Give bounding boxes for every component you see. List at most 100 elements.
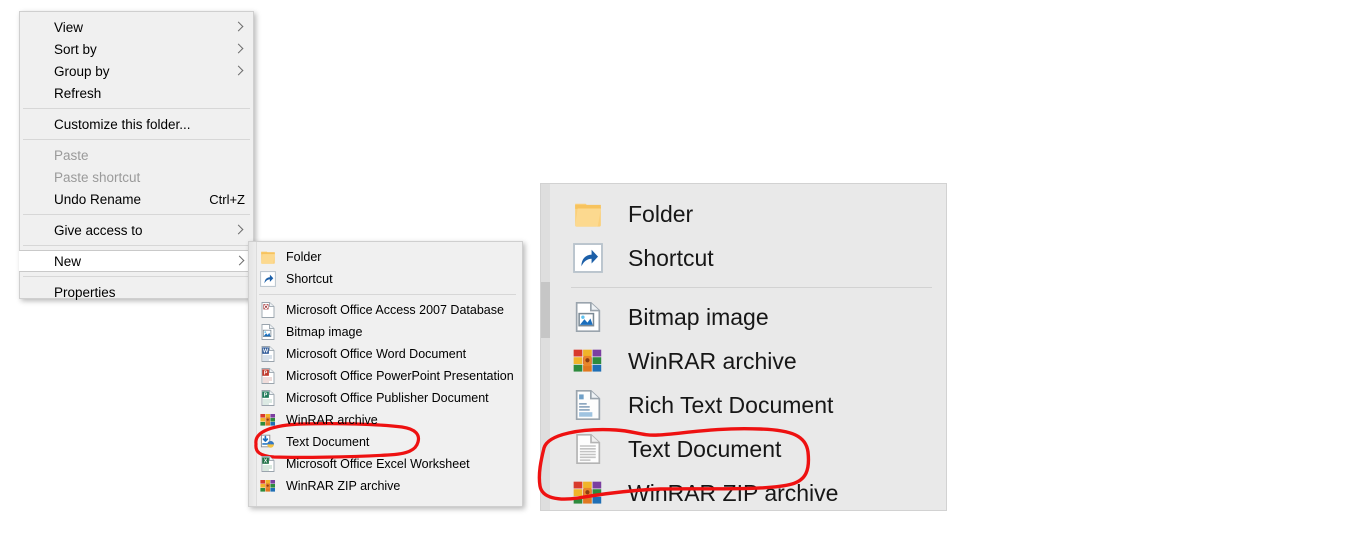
new-submenu-list: Folder Shortcut Microsoft Office Access 20… (249, 246, 522, 497)
magnified-item-label: Shortcut (628, 244, 714, 271)
menu-separator (23, 214, 250, 215)
context-menu-item-undo-rename[interactable]: Undo Rename Ctrl+Z (20, 188, 253, 210)
magnified-item-bitmap-image[interactable]: Bitmap image (550, 295, 946, 339)
shortcut-icon (259, 270, 277, 288)
magnified-item-shortcut[interactable]: Shortcut (550, 236, 946, 280)
magnified-item-label: Bitmap image (628, 303, 769, 330)
new-submenu-item-microsoft-office-access-2007-database[interactable]: Microsoft Office Access 2007 Database (249, 299, 522, 321)
new-submenu-item-label: WinRAR archive (286, 413, 378, 427)
shortcut-icon (571, 241, 605, 275)
new-submenu-item-winrar-archive[interactable]: WinRAR archive (249, 409, 522, 431)
desktop-folder-context-menu[interactable]: View Sort by Group by Refresh Customize this… (19, 11, 254, 300)
chevron-right-icon (221, 64, 245, 78)
context-menu-item-label: Refresh (54, 85, 102, 101)
menu-separator (23, 108, 250, 109)
chevron-right-icon (221, 223, 245, 237)
new-submenu-item-label: Text Document (286, 435, 370, 449)
folder-icon (571, 197, 605, 231)
svg-text:W: W (263, 349, 269, 355)
magnified-item-label: WinRAR archive (628, 347, 797, 374)
text-document-alt-icon (259, 433, 277, 451)
magnified-item-label: Folder (628, 200, 694, 227)
new-submenu-item-label: Shortcut (286, 272, 333, 286)
magnified-item-winrar-zip-archive[interactable]: WinRAR ZIP archive (550, 471, 946, 510)
context-menu-item-label: View (54, 19, 84, 35)
magnified-item-text-document[interactable]: Text Document (550, 427, 946, 471)
new-submenu-item-shortcut[interactable]: Shortcut (249, 268, 522, 290)
excel-document-icon: X (259, 455, 277, 473)
menu-separator (571, 287, 932, 288)
new-submenu[interactable]: Folder Shortcut Microsoft Office Access 20… (248, 241, 523, 507)
magnified-scrollbar-track[interactable] (541, 184, 550, 510)
powerpoint-document-icon: P (259, 367, 277, 385)
new-submenu-item-label: Microsoft Office PowerPoint Presentation (286, 369, 514, 383)
menu-separator (259, 294, 516, 295)
new-submenu-item-label: Microsoft Office Word Document (286, 347, 467, 361)
new-submenu-item-label: Microsoft Office Publisher Document (286, 391, 489, 405)
context-menu-item-label: Paste shortcut (54, 169, 141, 185)
magnified-scrollbar-thumb[interactable] (541, 282, 550, 338)
new-submenu-item-winrar-zip-archive[interactable]: WinRAR ZIP archive (249, 475, 522, 497)
keyboard-shortcut: Ctrl+Z (209, 191, 245, 207)
magnified-new-submenu[interactable]: Folder Shortcut Bitmap image WinRAR archive… (541, 184, 946, 510)
magnified-item-label: WinRAR ZIP archive (628, 479, 839, 506)
bitmap-image-icon (259, 323, 277, 341)
winrar-zip-icon (571, 476, 605, 510)
context-menu-item-new[interactable]: New (19, 250, 254, 272)
new-submenu-item-bitmap-image[interactable]: Bitmap image (249, 321, 522, 343)
magnified-item-label: Text Document (628, 435, 782, 462)
winrar-zip-icon (259, 477, 277, 495)
new-submenu-item-microsoft-office-powerpoint-presentation[interactable]: P Microsoft Office PowerPoint Presentatio… (249, 365, 522, 387)
context-menu-item-view[interactable]: View (20, 16, 253, 38)
new-submenu-item-label: Folder (286, 250, 322, 264)
screenshot-stage: View Sort by Group by Refresh Customize this… (0, 0, 1360, 549)
context-menu-item-sort-by[interactable]: Sort by (20, 38, 253, 60)
magnified-item-winrar-archive[interactable]: WinRAR archive (550, 339, 946, 383)
context-menu-item-customize-this-folder[interactable]: Customize this folder... (20, 113, 253, 135)
context-menu-item-properties[interactable]: Properties (20, 281, 253, 303)
context-menu-item-paste: Paste (20, 144, 253, 166)
magnified-item-list: Folder Shortcut Bitmap image WinRAR archive… (550, 192, 946, 510)
context-menu-item-group-by[interactable]: Group by (20, 60, 253, 82)
rich-text-document-icon (571, 388, 605, 422)
context-menu-item-label: New (54, 253, 82, 269)
magnified-item-rich-text-document[interactable]: Rich Text Document (550, 383, 946, 427)
context-menu-item-label: Customize this folder... (54, 116, 191, 132)
new-submenu-item-folder[interactable]: Folder (249, 246, 522, 268)
text-document-icon (571, 432, 605, 466)
folder-icon (259, 248, 277, 266)
svg-text:X: X (264, 459, 268, 465)
new-submenu-item-text-document[interactable]: Text Document (249, 431, 522, 453)
menu-separator (23, 139, 250, 140)
chevron-right-icon (222, 254, 246, 268)
chevron-right-icon (221, 42, 245, 56)
svg-text:P: P (264, 393, 268, 399)
new-submenu-item-label: Microsoft Office Access 2007 Database (286, 303, 504, 317)
magnified-item-label: Rich Text Document (628, 391, 834, 418)
publisher-document-icon: P (259, 389, 277, 407)
menu-separator (23, 276, 250, 277)
magnified-item-folder[interactable]: Folder (550, 192, 946, 236)
context-menu-item-label: Properties (54, 284, 116, 300)
new-submenu-item-microsoft-office-publisher-document[interactable]: P Microsoft Office Publisher Document (249, 387, 522, 409)
winrar-archive-icon (259, 411, 277, 429)
context-menu-item-label: Paste (54, 147, 89, 163)
new-submenu-item-label: Bitmap image (286, 325, 363, 339)
context-menu-item-label: Give access to (54, 222, 143, 238)
winrar-archive-icon (571, 344, 605, 378)
new-submenu-item-microsoft-office-excel-worksheet[interactable]: X Microsoft Office Excel Worksheet (249, 453, 522, 475)
context-menu-item-paste-shortcut: Paste shortcut (20, 166, 253, 188)
access-document-icon (259, 301, 277, 319)
new-submenu-item-label: WinRAR ZIP archive (286, 479, 401, 493)
new-submenu-item-label: Microsoft Office Excel Worksheet (286, 457, 470, 471)
context-menu-item-label: Sort by (54, 41, 97, 57)
context-menu-item-give-access-to[interactable]: Give access to (20, 219, 253, 241)
word-document-icon: W (259, 345, 277, 363)
bitmap-image-icon (571, 300, 605, 334)
chevron-right-icon (221, 20, 245, 34)
context-menu-item-refresh[interactable]: Refresh (20, 82, 253, 104)
svg-text:P: P (264, 371, 268, 377)
menu-separator (23, 245, 250, 246)
context-menu-item-label: Undo Rename (54, 191, 142, 207)
new-submenu-item-microsoft-office-word-document[interactable]: W Microsoft Office Word Document (249, 343, 522, 365)
